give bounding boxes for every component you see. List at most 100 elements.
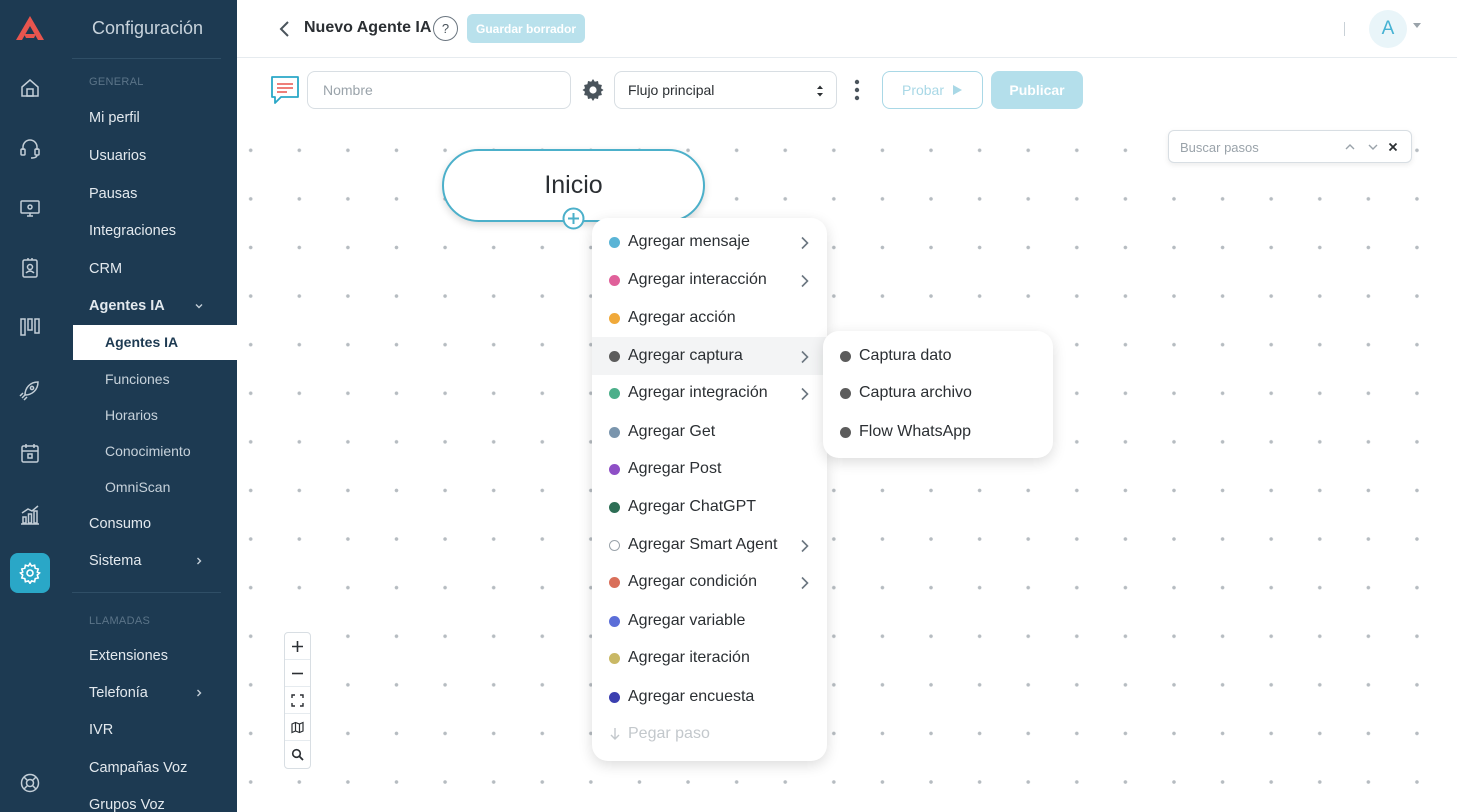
nav-item-my-profile[interactable]: Mi perfil: [89, 110, 140, 126]
chat-bubble-icon[interactable]: [269, 74, 301, 106]
submenu-item-label: Flow WhatsApp: [859, 423, 972, 440]
nav-subitem-knowledge[interactable]: Conocimiento: [105, 443, 191, 459]
menu-item-label: Agregar captura: [628, 347, 743, 364]
chevron-right-icon[interactable]: [195, 557, 203, 565]
gear-icon[interactable]: [581, 78, 605, 102]
monitor-icon[interactable]: [19, 197, 41, 219]
settings-nav-title: Configuración: [92, 18, 204, 38]
calendar-icon[interactable]: [19, 442, 41, 464]
avatar-caret-icon[interactable]: [1413, 23, 1421, 28]
section-calls: LLAMADAS: [89, 615, 151, 627]
menu-item-paste-step[interactable]: Pegar paso: [592, 715, 827, 753]
save-draft-button[interactable]: Guardar borrador: [467, 14, 585, 43]
nav-subitem-schedules[interactable]: Horarios: [105, 407, 158, 423]
help-support-icon[interactable]: [19, 772, 41, 794]
menu-item-add-condition[interactable]: Agregar condición: [592, 563, 827, 601]
chevron-right-icon: [801, 350, 809, 364]
nav-item-consumption[interactable]: Consumo: [89, 516, 151, 532]
nav-curve-bottom: [222, 360, 237, 398]
submenu-item-label: Captura archivo: [859, 384, 972, 401]
menu-item-add-variable[interactable]: Agregar variable: [592, 602, 827, 640]
nav-item-users[interactable]: Usuarios: [89, 148, 146, 164]
publish-button[interactable]: Publicar: [991, 71, 1083, 109]
close-icon[interactable]: [1387, 141, 1399, 153]
menu-item-add-survey[interactable]: Agregar encuesta: [592, 678, 827, 716]
headset-icon[interactable]: [19, 137, 41, 159]
color-dot: [609, 275, 620, 286]
color-dot: [609, 502, 620, 513]
minimap-button[interactable]: [285, 714, 310, 741]
menu-item-label: Agregar iteración: [628, 649, 750, 666]
test-button-label: Probar: [901, 82, 945, 98]
nav-subitem-functions[interactable]: Funciones: [105, 371, 170, 387]
help-button[interactable]: ?: [433, 16, 458, 41]
menu-item-label: Agregar Get: [628, 423, 716, 440]
menu-item-add-chatgpt[interactable]: Agregar ChatGPT: [592, 488, 827, 526]
menu-item-add-interaction[interactable]: Agregar interacción: [592, 261, 827, 299]
nav-item-integrations[interactable]: Integraciones: [89, 223, 176, 239]
flow-canvas[interactable]: [237, 118, 1457, 812]
agent-name-input[interactable]: [307, 71, 571, 109]
flow-select[interactable]: Flujo principal: [614, 71, 837, 109]
back-arrow-icon[interactable]: [279, 20, 291, 38]
submenu-item-capture-file[interactable]: Captura archivo: [823, 374, 1053, 412]
nav-item-ai-agents[interactable]: Agentes IA: [89, 298, 165, 314]
settings-icon[interactable]: [19, 562, 41, 584]
settings-nav: Configuración GENERAL Mi perfil Usuarios…: [58, 0, 237, 812]
zoom-controls: [284, 632, 311, 769]
color-dot: [609, 351, 620, 362]
nav-item-system[interactable]: Sistema: [89, 553, 141, 569]
canvas-search-button[interactable]: [285, 741, 310, 768]
select-arrows-icon: [817, 85, 823, 97]
zoom-out-button[interactable]: [285, 660, 310, 687]
menu-item-add-post[interactable]: Agregar Post: [592, 450, 827, 488]
contacts-icon[interactable]: [19, 257, 41, 279]
menu-item-add-iteration[interactable]: Agregar iteración: [592, 639, 827, 677]
nav-item-ivr[interactable]: IVR: [89, 722, 113, 738]
nav-item-extensions[interactable]: Extensiones: [89, 648, 168, 664]
menu-item-add-smart-agent[interactable]: Agregar Smart Agent: [592, 526, 827, 564]
submenu-item-flow-whatsapp[interactable]: Flow WhatsApp: [823, 413, 1053, 451]
chevron-up-icon[interactable]: [1344, 141, 1356, 153]
menu-item-label: Agregar encuesta: [628, 688, 755, 705]
menu-item-add-message[interactable]: Agregar mensaje: [592, 223, 827, 261]
rocket-icon[interactable]: [19, 379, 41, 401]
chevron-right-icon: [801, 387, 809, 401]
search-steps-box[interactable]: Buscar pasos: [1168, 130, 1412, 163]
more-options-icon[interactable]: [851, 78, 863, 102]
menu-item-label: Agregar acción: [628, 309, 736, 326]
menu-item-add-integration[interactable]: Agregar integración: [592, 374, 827, 412]
color-dot: [609, 577, 620, 588]
chevron-down-icon[interactable]: [195, 302, 203, 310]
nav-item-telephony[interactable]: Telefonía: [89, 685, 148, 701]
fit-view-button[interactable]: [285, 687, 310, 714]
chevron-down-icon[interactable]: [1367, 141, 1379, 153]
nav-item-voice-groups[interactable]: Grupos Voz: [89, 797, 165, 812]
zoom-in-button[interactable]: [285, 633, 310, 660]
play-icon: [953, 85, 963, 95]
start-node-label: Inicio: [544, 171, 603, 199]
analytics-icon[interactable]: [19, 504, 41, 526]
nav-divider: [72, 592, 221, 593]
avatar[interactable]: A: [1369, 10, 1407, 48]
menu-item-add-action[interactable]: Agregar acción: [592, 299, 827, 337]
nav-item-crm[interactable]: CRM: [89, 261, 122, 277]
add-step-icon[interactable]: [562, 207, 585, 230]
main-area: Nuevo Agente IA ? Guardar borrador A Flu…: [237, 0, 1457, 812]
chevron-right-icon[interactable]: [195, 689, 203, 697]
chevron-right-icon: [801, 274, 809, 288]
nav-item-voice-campaigns[interactable]: Campañas Voz: [89, 760, 187, 776]
page-title: Nuevo Agente IA: [304, 19, 432, 36]
kanban-icon[interactable]: [19, 316, 41, 338]
test-button[interactable]: Probar: [882, 71, 983, 109]
submenu-item-capture-data[interactable]: Captura dato: [823, 337, 1053, 375]
home-icon[interactable]: [19, 77, 41, 99]
nav-subitem-omniscan[interactable]: OmniScan: [105, 479, 170, 495]
nav-subitem-ai-agents[interactable]: Agentes IA: [105, 334, 178, 350]
add-step-menu: Agregar mensaje Agregar interacción Agre…: [592, 218, 827, 761]
menu-item-add-get[interactable]: Agregar Get: [592, 413, 827, 451]
color-dot: [609, 427, 620, 438]
logo-icon[interactable]: [14, 14, 46, 42]
menu-item-add-capture[interactable]: Agregar captura: [592, 337, 827, 375]
nav-item-breaks[interactable]: Pausas: [89, 186, 137, 202]
